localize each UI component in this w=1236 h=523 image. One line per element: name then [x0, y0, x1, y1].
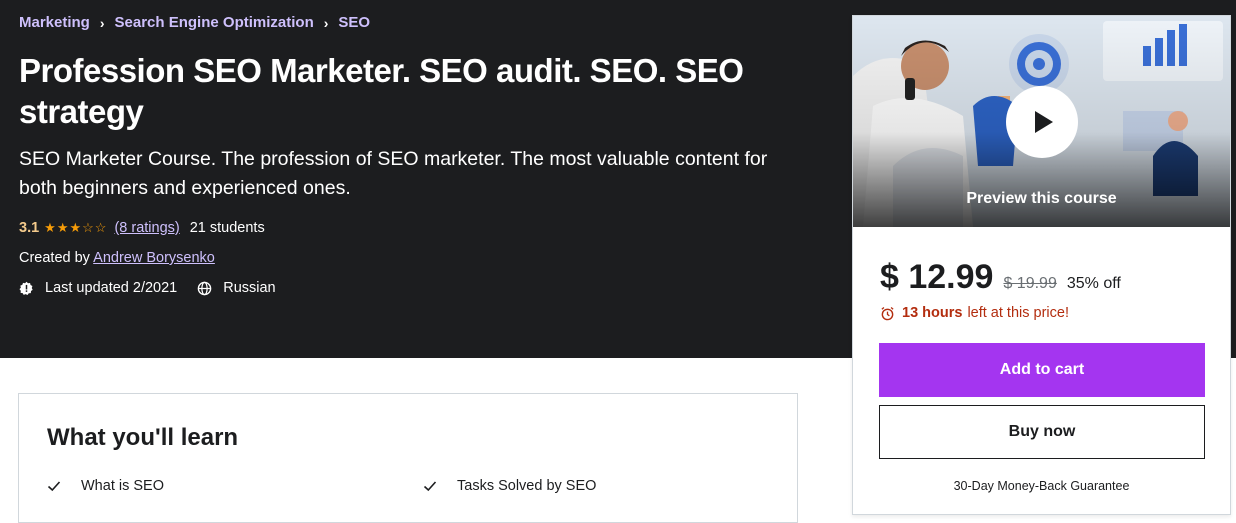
course-preview[interactable]: Preview this course: [853, 16, 1230, 227]
students-count: 21 students: [189, 220, 265, 236]
globe-icon: [197, 281, 212, 295]
breadcrumb-marketing[interactable]: Marketing: [19, 14, 90, 31]
breadcrumb-separator: ›: [323, 14, 329, 31]
created-by-row: Created by Andrew Borysenko: [19, 250, 215, 266]
created-by-label: Created by: [19, 250, 94, 266]
learn-item: What is SEO: [47, 478, 164, 494]
breadcrumb-seo[interactable]: SEO: [338, 14, 370, 31]
rating-value: 3.1: [19, 220, 40, 236]
rating-row: 3.1 ★ ★ ★ ☆ ☆ (8 ratings) 21 students: [19, 220, 265, 236]
discount-percent: 35% off: [1066, 275, 1121, 292]
price-row: $ 12.99 $ 19.99 35% off: [880, 258, 1121, 297]
author-link[interactable]: Andrew Borysenko: [93, 250, 215, 266]
learn-item-text: Tasks Solved by SEO: [457, 478, 597, 494]
price-timer: 13 hours left at this price!: [880, 305, 1069, 321]
alarm-clock-icon: [881, 306, 894, 320]
star-filled-icon: ★: [44, 220, 56, 235]
ratings-count-link[interactable]: (8 ratings): [114, 220, 179, 236]
money-back-guarantee: 30-Day Money-Back Guarantee: [953, 479, 1130, 493]
star-rating: ★ ★ ★ ☆ ☆: [44, 220, 106, 236]
breadcrumb: Marketing › Search Engine Optimization ›…: [19, 14, 370, 31]
timer-hours: 13 hours: [902, 305, 963, 321]
breadcrumb-seo-category[interactable]: Search Engine Optimization: [115, 14, 314, 31]
learn-item-text: What is SEO: [81, 478, 164, 494]
play-icon: [1035, 111, 1053, 133]
learn-title: What you'll learn: [47, 424, 239, 451]
add-to-cart-button[interactable]: Add to cart: [879, 343, 1205, 397]
check-icon: [47, 481, 61, 492]
purchase-sidebar: Preview this course $ 12.99 $ 19.99 35% …: [852, 15, 1231, 515]
course-language: Russian: [223, 280, 276, 296]
timer-text: left at this price!: [967, 305, 1069, 321]
buy-now-button[interactable]: Buy now: [879, 405, 1205, 459]
check-icon: [423, 481, 437, 492]
course-title: Profession SEO Marketer. SEO audit. SEO.…: [19, 52, 744, 130]
star-empty-icon: ☆: [94, 220, 107, 235]
play-button[interactable]: [1006, 86, 1078, 158]
current-price: $ 12.99: [880, 258, 994, 296]
course-subtitle: SEO Marketer Course. The profession of S…: [19, 148, 768, 199]
star-filled-icon: ★: [69, 220, 82, 235]
alert-badge-icon: [19, 281, 33, 295]
meta-row: Last updated 2/2021 Russian: [19, 280, 276, 296]
original-price: $ 19.99: [1003, 275, 1057, 292]
star-filled-icon: ★: [56, 220, 69, 235]
breadcrumb-separator: ›: [99, 14, 105, 31]
learn-item: Tasks Solved by SEO: [423, 478, 596, 494]
preview-label: Preview this course: [966, 190, 1117, 207]
last-updated: Last updated 2/2021: [45, 280, 178, 296]
star-empty-icon: ☆: [82, 220, 94, 235]
